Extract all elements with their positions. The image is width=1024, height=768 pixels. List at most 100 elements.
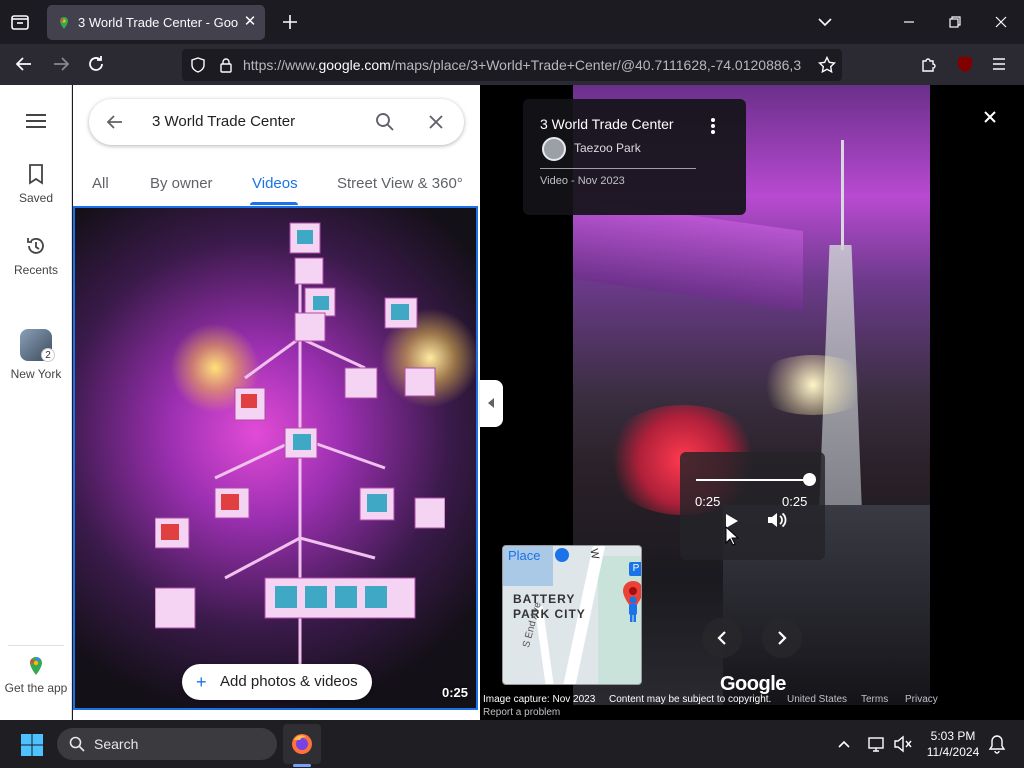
google-maps-favicon-icon — [57, 16, 71, 30]
rail-newyork-label: New York — [10, 367, 62, 381]
minimap[interactable]: Place W P BATTERY PARK CITY S End Ave — [502, 545, 642, 685]
add-photos-label: Add photos & videos — [220, 673, 358, 690]
search-input[interactable]: 3 World Trade Center — [152, 113, 295, 130]
tab-google-maps[interactable]: 3 World Trade Center - Google Maps ✕ — [47, 5, 265, 40]
rail-recents-label: Recents — [13, 263, 59, 277]
google-maps-logo-icon — [25, 655, 47, 677]
back-arrow-icon[interactable] — [14, 54, 34, 74]
rail-item-recents[interactable]: Recents — [0, 235, 72, 277]
url-text[interactable]: https://www.google.com/maps/place/3+Worl… — [243, 57, 803, 73]
taskbar-search-box[interactable]: Search — [57, 728, 277, 760]
address-bar[interactable]: https://www.google.com/maps/place/3+Worl… — [182, 49, 842, 81]
tab-videos[interactable]: Videos — [252, 175, 298, 192]
running-indicator — [293, 764, 311, 767]
report-problem-link[interactable]: Report a problem — [483, 707, 560, 718]
taskbar-search-label: Search — [94, 736, 139, 752]
tab-list-icon[interactable] — [8, 10, 32, 34]
chevron-left-icon — [717, 631, 726, 645]
tab-all[interactable]: All — [92, 175, 109, 192]
pegman-icon — [627, 596, 639, 622]
new-tab-icon[interactable] — [280, 12, 300, 32]
minimap-area-label: BATTERY PARK CITY — [513, 592, 586, 622]
tv-sculpture-image — [155, 222, 445, 698]
chevron-down-icon[interactable] — [815, 12, 835, 32]
caret-left-icon — [488, 398, 494, 408]
search-icon[interactable] — [375, 112, 395, 132]
maps-left-rail: Saved Recents 2 New York Get the app — [0, 85, 72, 720]
tab-by-owner[interactable]: By owner — [150, 175, 213, 192]
progress-handle[interactable] — [803, 473, 816, 486]
window-close-icon[interactable] — [991, 12, 1011, 32]
light-glow — [753, 355, 873, 415]
hamburger-menu-icon[interactable] — [990, 55, 1008, 73]
volume-icon[interactable] — [766, 510, 788, 530]
close-icon[interactable] — [426, 112, 446, 132]
tab-title: 3 World Trade Center - Google Maps — [78, 15, 238, 30]
get-app-label: Get the app — [4, 681, 68, 695]
menu-icon[interactable] — [25, 113, 47, 129]
search-icon — [69, 736, 85, 752]
windows-taskbar: Search 5:03 PM 11/4/2024 — [0, 720, 1024, 768]
rail-item-new-york[interactable]: 2 New York — [0, 329, 72, 381]
lock-icon[interactable] — [218, 57, 234, 73]
tracking-shield-icon[interactable] — [190, 57, 206, 73]
tab-close-icon[interactable]: ✕ — [241, 13, 259, 31]
taskbar-clock[interactable]: 5:03 PM 11/4/2024 — [920, 728, 986, 760]
history-icon — [25, 235, 47, 257]
tab-street-view[interactable]: Street View & 360° — [337, 175, 463, 192]
terms-link[interactable]: Terms — [861, 694, 888, 705]
tower-spire — [841, 140, 844, 250]
next-media-button[interactable] — [762, 618, 802, 658]
minimap-w-label: W — [587, 547, 602, 561]
reload-icon[interactable] — [86, 54, 106, 74]
restore-icon[interactable] — [945, 12, 965, 32]
google-logo: Google — [720, 673, 786, 695]
taskbar-firefox-button[interactable] — [283, 724, 321, 764]
battery-line-2: PARK CITY — [513, 607, 586, 621]
plus-icon: + — [196, 672, 207, 692]
network-icon[interactable] — [867, 734, 887, 754]
more-vert-icon[interactable] — [710, 117, 716, 135]
author-avatar[interactable] — [542, 137, 566, 161]
get-the-app-link[interactable]: Get the app — [0, 655, 72, 695]
parking-icon: P — [629, 562, 641, 576]
close-icon[interactable] — [980, 107, 1000, 127]
previous-media-button[interactable] — [702, 618, 742, 658]
purple-ceiling — [573, 198, 803, 312]
progress-track[interactable] — [696, 479, 809, 481]
add-photos-videos-button[interactable]: + Add photos & videos — [182, 664, 372, 700]
windows-start-icon[interactable] — [20, 733, 44, 757]
search-box[interactable]: 3 World Trade Center — [89, 99, 464, 145]
video-duration: 0:25 — [441, 685, 468, 700]
country-link[interactable]: United States — [787, 694, 847, 705]
privacy-link[interactable]: Privacy — [905, 694, 938, 705]
rail-saved-label: Saved — [18, 191, 54, 205]
image-capture-text: Image capture: Nov 2023 — [483, 694, 596, 705]
clock-time: 5:03 PM — [930, 729, 976, 743]
extensions-puzzle-icon[interactable] — [920, 55, 938, 73]
rail-item-saved[interactable]: Saved — [0, 163, 72, 205]
minimize-icon[interactable] — [899, 12, 919, 32]
video-thumbnail[interactable]: + Add photos & videos 0:25 — [73, 206, 478, 710]
collapse-panel-button[interactable] — [480, 380, 503, 427]
media-date: Video - Nov 2023 — [540, 175, 625, 187]
author-name[interactable]: Taezoo Park — [574, 141, 641, 155]
video-player-controls: 0:25 0:25 — [680, 452, 825, 560]
place-side-panel: 3 World Trade Center All By owner Videos… — [73, 85, 480, 720]
url-prefix: https://www. — [243, 57, 319, 73]
forward-arrow-icon[interactable] — [51, 54, 71, 74]
bookmark-icon — [25, 163, 47, 185]
back-arrow-icon[interactable] — [105, 112, 125, 132]
divider — [8, 645, 64, 646]
notification-bell-icon[interactable] — [988, 734, 1006, 754]
clock-date: 11/4/2024 — [926, 745, 980, 759]
divider — [540, 168, 696, 169]
speaker-muted-icon[interactable] — [893, 734, 913, 754]
chevron-right-icon — [778, 631, 787, 645]
lock-poi-icon — [555, 548, 569, 562]
ublock-shield-icon[interactable] — [955, 54, 975, 74]
bookmark-star-icon[interactable] — [817, 55, 837, 74]
chevron-up-icon[interactable] — [836, 736, 852, 752]
url-domain: google.com — [318, 57, 391, 73]
media-info-card: 3 World Trade Center Taezoo Park Video -… — [523, 99, 746, 215]
